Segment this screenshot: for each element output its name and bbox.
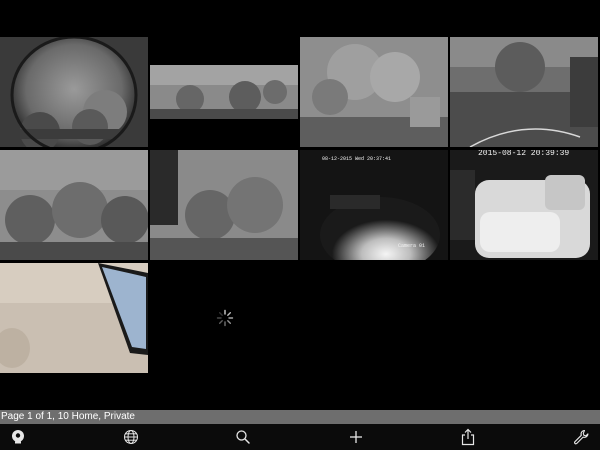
camera-tile-1[interactable] <box>0 37 148 147</box>
camera-feed-8 <box>450 150 598 260</box>
camera-feed-4 <box>450 37 598 147</box>
camera-feed-3 <box>300 37 448 147</box>
camera-grid: 08-12-2015 Wed 20:37:41 Camera 01 2015-0… <box>0 37 600 374</box>
camera-feed-9 <box>0 263 148 373</box>
camera-tile-5[interactable] <box>0 150 148 260</box>
location-pin-icon <box>12 430 24 444</box>
camera-tile-3[interactable] <box>300 37 448 147</box>
camera-tile-2[interactable] <box>150 37 298 147</box>
camera-feed-1 <box>0 37 148 147</box>
camera-tile-9[interactable] <box>0 263 148 373</box>
share-icon <box>461 428 475 446</box>
camera-timestamp: 2015-08-12 20:39:39 <box>478 150 570 158</box>
location-button[interactable] <box>7 427 29 447</box>
camera-feed-6 <box>150 150 298 260</box>
add-camera-button[interactable] <box>345 427 367 447</box>
globe-button[interactable] <box>120 427 142 447</box>
camera-tile-4[interactable] <box>450 37 598 147</box>
loading-spinner-icon <box>216 309 234 327</box>
page-status-text: Page 1 of 1, 10 Home, Private <box>1 411 135 422</box>
camera-tile-6[interactable] <box>150 150 298 260</box>
camera-feed-5 <box>0 150 148 260</box>
camera-tile-8[interactable]: 2015-08-12 20:39:39 <box>450 150 598 260</box>
globe-icon <box>124 430 138 444</box>
status-bar: Page 1 of 1, 10 Home, Private <box>0 410 600 424</box>
bottom-toolbar <box>0 424 600 450</box>
search-icon <box>236 430 250 444</box>
settings-button[interactable] <box>570 427 592 447</box>
camera-label: Camera 01 <box>398 243 426 249</box>
wrench-icon <box>574 429 589 445</box>
search-button[interactable] <box>232 427 254 447</box>
camera-feed-2 <box>150 37 298 147</box>
plus-icon <box>350 431 362 443</box>
camera-tile-7[interactable]: 08-12-2015 Wed 20:37:41 Camera 01 <box>300 150 448 260</box>
camera-feed-7 <box>300 150 448 260</box>
camera-timestamp: 08-12-2015 Wed 20:37:41 <box>322 156 392 162</box>
share-button[interactable] <box>457 427 479 447</box>
